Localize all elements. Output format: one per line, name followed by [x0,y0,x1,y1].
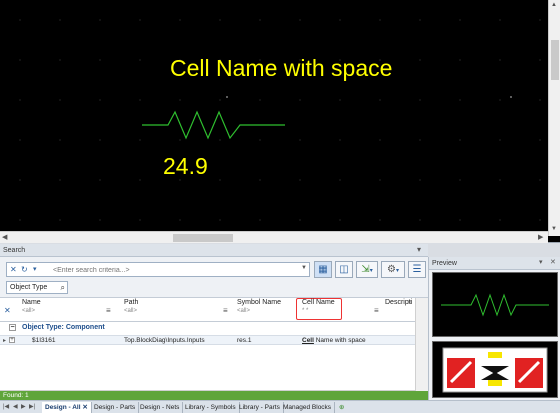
export-button[interactable]: ⇲▾ [356,261,378,278]
filter-icon[interactable]: ≡ [106,306,111,315]
header-divider [0,321,415,322]
scroll-right-icon[interactable]: ▶ [538,233,543,241]
search-panel-title: Search [0,244,428,257]
chevron-down-icon[interactable]: ▾ [33,265,37,273]
filter-icon[interactable]: ≡ [223,306,228,315]
column-chooser-icon[interactable]: » [408,299,412,306]
filter-icon[interactable]: ≡ [374,306,379,315]
resistor-symbol[interactable] [0,0,548,231]
status-bar: Found: 1 [0,391,428,400]
cell-name-value: $1I3161 [32,337,56,344]
grid-view-button[interactable]: ▦ [314,261,332,278]
scroll-thumb[interactable] [551,40,559,80]
column-header-symbol-name[interactable]: Symbol Name [237,299,281,306]
grid-vertical-scrollbar[interactable] [415,298,428,402]
scroll-left-icon[interactable]: ◀ [2,233,7,241]
filter-path[interactable]: <all> [124,308,137,314]
resistor-preview-icon [441,293,549,317]
gear-icon: ⚙ [387,264,396,275]
canvas-vertical-scrollbar[interactable]: ▲ ▼ [548,0,560,236]
tab-design-nets[interactable]: Design - Nets [137,402,184,413]
expand-icon[interactable]: + [9,337,15,343]
clear-filter-icon[interactable]: ✕ [4,306,11,315]
canvas-horizontal-scrollbar[interactable]: ◀ ▶ [0,231,548,243]
tab-design-all[interactable]: Design - All ✕ [42,402,92,413]
chevron-down-icon: ▾ [395,268,399,274]
filter-name[interactable]: <all> [22,308,35,314]
add-tab-button[interactable]: ⊕ [336,402,347,413]
tab-library-symbols[interactable]: Library - Symbols [182,402,240,413]
group-label: Object Type: Component [22,324,105,331]
filter-symbol-name[interactable]: <all> [237,308,250,314]
tab-design-parts[interactable]: Design - Parts [91,402,140,413]
prev-tab-icon[interactable]: ◀ [13,403,18,410]
tab-library-parts[interactable]: Library - Parts [236,402,284,413]
scroll-up-icon[interactable]: ▲ [551,2,557,8]
next-tab-icon[interactable]: ▶ [21,403,26,410]
cell-name-rest: Name with space [313,337,366,344]
search-panel: Search ▾ ✕ ↻ ▾ ▼ ▦ ◫ ⇲▾ ⚙▾ ☰ Object Type… [0,244,428,413]
resistor-value-label[interactable]: 24.9 [163,153,208,180]
filter-cell-name[interactable]: * * [302,308,308,314]
schematic-canvas[interactable]: Cell Name with space 24.9 [0,0,560,243]
settings-button[interactable]: ⚙▾ [381,261,405,278]
cell-path-value: Top.BlockDiag\Inputs.Inputs [124,337,205,344]
collapse-icon[interactable]: − [9,324,16,331]
close-icon[interactable]: ✕ [550,258,556,266]
layout-button[interactable]: ◫ [335,261,353,278]
group-row[interactable]: − Object Type: Component [0,323,415,334]
cell-cellname-value: Cell Name with space [302,337,366,344]
export-icon: ⇲ [361,264,370,275]
list-icon: ☰ [412,264,422,275]
last-tab-icon[interactable]: ▶| [29,403,35,410]
first-tab-icon[interactable]: |◀ [3,403,9,410]
scroll-thumb[interactable] [173,234,233,242]
pin-icon[interactable]: ▾ [417,245,421,254]
search-bar[interactable]: ✕ ↻ ▾ ▼ [6,262,310,277]
close-icon[interactable]: ✕ [82,404,87,411]
preview-panel: Preview ▾ ✕ [428,257,560,400]
cell-name-label[interactable]: Cell Name with space [170,55,392,82]
match-highlight: Cell [302,337,314,344]
plus-icon: ⊕ [339,404,345,411]
close-icon[interactable]: ✕ [10,265,17,274]
chevron-down-icon: ▾ [369,268,373,274]
symbol-preview [432,272,558,337]
list-view-button[interactable]: ☰ [408,261,426,278]
object-type-dropdown[interactable]: Object Type ⌕ [6,281,68,294]
grid-icon: ▦ [318,264,328,275]
cell-preview [432,341,558,398]
scroll-down-icon[interactable]: ▼ [551,226,557,232]
search-icon[interactable]: ⌕ [61,282,65,293]
tab-label: Design - All [45,404,81,411]
table-row[interactable]: ▸ + $1I3161 Top.BlockDiag\Inputs.Inputs … [0,335,415,345]
dropdown-arrow-icon[interactable]: ▼ [301,265,307,271]
column-header-name[interactable]: Name [22,299,41,306]
footprint-preview-icon [442,347,548,393]
object-type-label: Object Type [10,284,48,291]
pin-icon[interactable]: ▾ [539,258,543,266]
tab-bar: |◀ ◀ ▶ ▶| Design - All ✕ Design - Parts … [0,400,560,413]
results-grid: ✕ Name <all> ≡ Path <all> ≡ Symbol Name … [0,297,428,402]
search-input[interactable] [53,265,303,275]
column-header-path[interactable]: Path [124,299,138,306]
column-header-cell-name[interactable]: Cell Name [302,299,335,306]
row-expand-icon[interactable]: ▸ [3,337,6,344]
refresh-icon[interactable]: ↻ [21,265,28,274]
tab-managed-blocks[interactable]: Managed Blocks [280,402,336,413]
cell-symbol-value: res.1 [237,337,252,344]
columns-icon: ◫ [339,264,349,275]
